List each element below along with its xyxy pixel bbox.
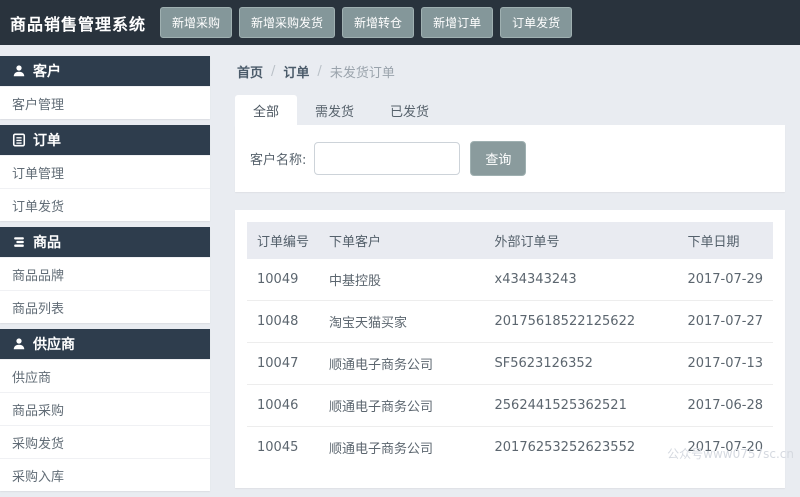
tab-all[interactable]: 全部 xyxy=(235,95,298,125)
sidebar-item-label: 客户管理 xyxy=(12,97,65,113)
sidebar-item-label: 商品采购 xyxy=(12,403,65,419)
order-date-cell: 2017-07-27 xyxy=(677,300,773,343)
order-date-cell: 2017-07-29 xyxy=(677,259,773,301)
breadcrumb-separator: / xyxy=(271,64,276,79)
sidebar-section-products: 商品 商品品牌 商品列表 xyxy=(0,227,210,323)
user-icon xyxy=(12,64,26,78)
sidebar-item-label: 供应商 xyxy=(12,370,52,386)
order-date-cell: 2017-07-13 xyxy=(677,342,773,385)
external-order-no-cell: SF5623126352 xyxy=(484,342,678,385)
sidebar-item-product-brand[interactable]: 商品品牌 xyxy=(0,257,210,290)
sidebar-item-product-purchase[interactable]: 商品采购 xyxy=(0,392,210,425)
sidebar: 客户 客户管理 订单 订单管理 订单发货 商品 商品品牌 商品列表 供应商 供应… xyxy=(0,56,210,497)
order-id-cell: 10048 xyxy=(247,300,320,343)
customer-name-input[interactable] xyxy=(314,142,461,175)
order-id-cell: 10045 xyxy=(257,440,299,455)
new-transfer-button[interactable]: 新增转仓 xyxy=(342,7,415,38)
sidebar-item-purchase-shipment[interactable]: 采购发货 xyxy=(0,425,210,458)
customer-name-label: 客户名称: xyxy=(250,153,307,168)
col-order-id: 订单编号 xyxy=(247,222,320,259)
table-row[interactable]: 10045 顺通电子商务公司 20176253252623552 2017-07… xyxy=(247,427,773,469)
col-order-date: 下单日期 xyxy=(677,222,773,259)
table-row[interactable]: 10047 顺通电子商务公司 SF5623126352 2017-07-13 xyxy=(247,342,773,385)
app-title: 商品销售管理系统 xyxy=(10,14,147,34)
sidebar-header-products: 商品 xyxy=(0,227,210,257)
sidebar-header-customers: 客户 xyxy=(0,56,210,86)
order-date-cell: 2017-07-20 xyxy=(687,440,763,455)
col-external-order-no: 外部订单号 xyxy=(484,222,678,259)
table-header-row: 订单编号 下单客户 外部订单号 下单日期 xyxy=(247,222,773,259)
external-order-no-cell: x434343243 xyxy=(484,259,678,301)
sidebar-header-label: 商品 xyxy=(33,235,61,251)
order-id-cell: 10049 xyxy=(247,259,320,301)
customer-cell: 顺通电子商务公司 xyxy=(329,442,434,457)
col-customer: 下单客户 xyxy=(319,222,485,259)
main-content: 首页 / 订单 / 未发货订单 全部 需发货 已发货 客户名称: 查询 订单编号… xyxy=(235,56,785,488)
external-order-no-cell: 2562441525362521 xyxy=(484,384,678,427)
customer-cell: 顺通电子商务公司 xyxy=(319,384,485,427)
tab-bar: 全部 需发货 已发货 xyxy=(235,95,785,125)
stack-icon xyxy=(12,235,26,249)
sidebar-item-purchase-inbound[interactable]: 采购入库 xyxy=(0,458,210,491)
sidebar-header-label: 订单 xyxy=(33,133,61,149)
breadcrumb-home[interactable]: 首页 xyxy=(237,62,263,81)
order-id-cell: 10046 xyxy=(247,384,320,427)
sidebar-item-label: 采购入库 xyxy=(12,469,65,485)
order-shipment-button[interactable]: 订单发货 xyxy=(500,7,573,38)
breadcrumb-current: 未发货订单 xyxy=(329,66,395,81)
sidebar-item-product-list[interactable]: 商品列表 xyxy=(0,290,210,323)
search-panel: 客户名称: 查询 xyxy=(235,125,785,192)
sidebar-header-label: 供应商 xyxy=(33,337,75,353)
order-id-cell: 10047 xyxy=(247,342,320,385)
external-order-no-cell: 20175618522125622 xyxy=(484,300,678,343)
tab-shipped[interactable]: 已发货 xyxy=(372,95,447,125)
sidebar-header-label: 客户 xyxy=(33,64,61,80)
new-purchase-button[interactable]: 新增采购 xyxy=(160,7,233,38)
sidebar-section-orders: 订单 订单管理 订单发货 xyxy=(0,125,210,221)
orders-table-panel: 订单编号 下单客户 外部订单号 下单日期 10049 中基控股 x4343432… xyxy=(235,210,785,488)
sidebar-item-order-management[interactable]: 订单管理 xyxy=(0,155,210,188)
customer-cell: 淘宝天猫买家 xyxy=(319,300,485,343)
external-order-no-cell: 20176253252623552 xyxy=(494,440,636,455)
sidebar-item-supplier[interactable]: 供应商 xyxy=(0,359,210,392)
breadcrumb: 首页 / 订单 / 未发货订单 xyxy=(235,56,785,95)
sidebar-item-label: 采购发货 xyxy=(12,436,65,452)
orders-table: 订单编号 下单客户 外部订单号 下单日期 10049 中基控股 x4343432… xyxy=(247,222,773,468)
new-order-button[interactable]: 新增订单 xyxy=(421,7,494,38)
table-row[interactable]: 10046 顺通电子商务公司 2562441525362521 2017-06-… xyxy=(247,384,773,427)
customer-cell: 中基控股 xyxy=(319,259,485,301)
sidebar-item-label: 商品品牌 xyxy=(12,268,65,284)
sidebar-item-order-shipment[interactable]: 订单发货 xyxy=(0,188,210,221)
sidebar-header-orders: 订单 xyxy=(0,125,210,155)
search-button[interactable]: 查询 xyxy=(470,141,527,176)
tab-to-ship[interactable]: 需发货 xyxy=(297,95,372,125)
topbar: 商品销售管理系统 新增采购 新增采购发货 新增转仓 新增订单 订单发货 xyxy=(0,0,800,45)
customer-cell: 顺通电子商务公司 xyxy=(319,342,485,385)
sidebar-item-label: 订单管理 xyxy=(12,166,65,182)
list-icon xyxy=(12,133,26,147)
new-purchase-shipment-button[interactable]: 新增采购发货 xyxy=(239,7,336,38)
sidebar-item-label: 订单发货 xyxy=(12,199,65,215)
sidebar-item-label: 商品列表 xyxy=(12,301,65,317)
breadcrumb-orders[interactable]: 订单 xyxy=(283,62,309,81)
order-date-cell: 2017-06-28 xyxy=(677,384,773,427)
table-row[interactable]: 10049 中基控股 x434343243 2017-07-29 xyxy=(247,259,773,301)
sidebar-item-customer-management[interactable]: 客户管理 xyxy=(0,86,210,119)
sidebar-section-customers: 客户 客户管理 xyxy=(0,56,210,119)
user-icon xyxy=(12,337,26,351)
table-row[interactable]: 10048 淘宝天猫买家 20175618522125622 2017-07-2… xyxy=(247,300,773,343)
breadcrumb-separator: / xyxy=(317,64,322,79)
sidebar-header-suppliers: 供应商 xyxy=(0,329,210,359)
